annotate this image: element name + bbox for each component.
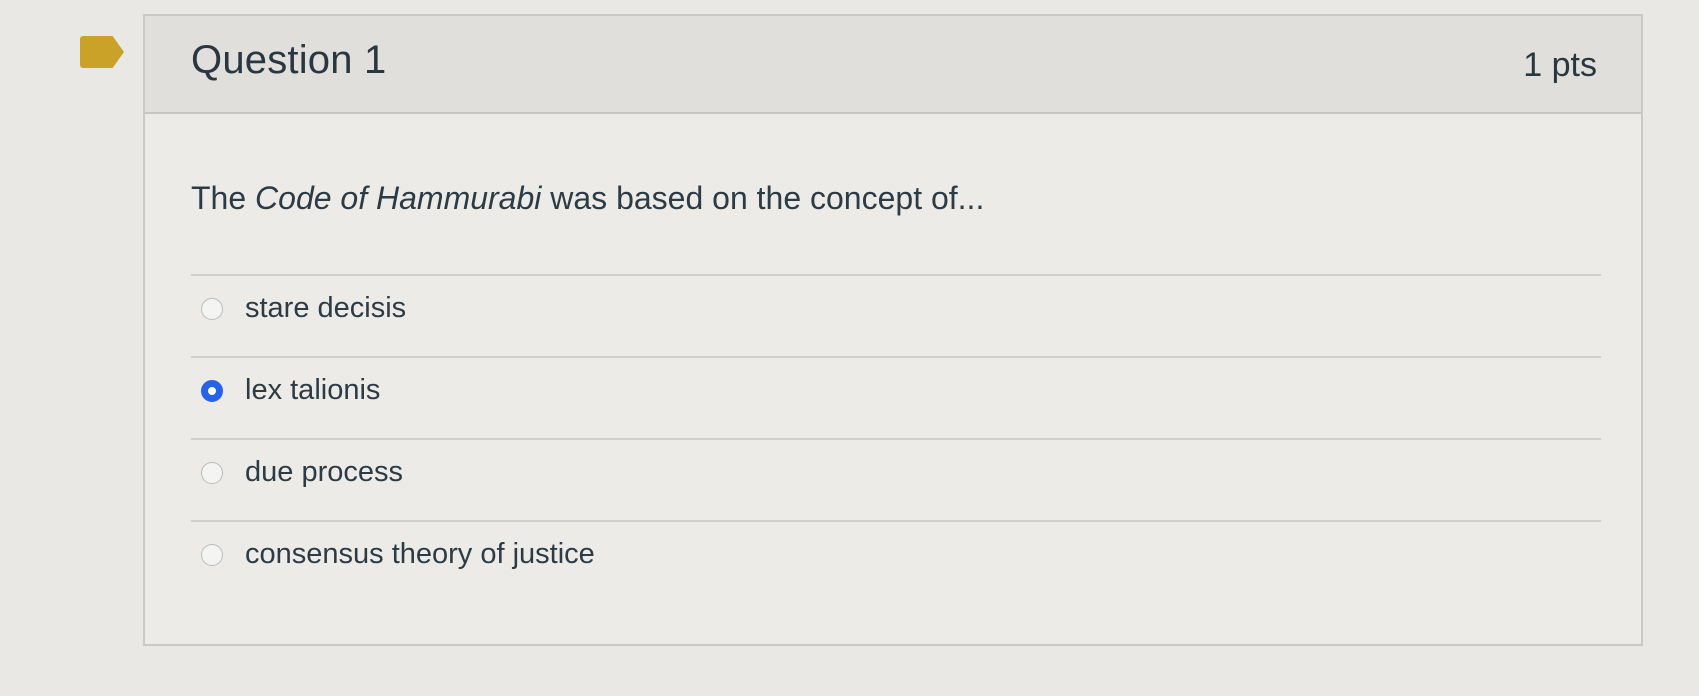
- answer-label[interactable]: consensus theory of justice: [245, 538, 595, 571]
- question-title: Question 1: [191, 38, 387, 82]
- radio-button[interactable]: [201, 544, 223, 566]
- answer-list: stare decisis lex talionis due process c…: [191, 274, 1601, 602]
- question-text: The Code of Hammurabi was based on the c…: [191, 180, 984, 217]
- question-points: 1 pts: [1523, 46, 1597, 84]
- answer-label[interactable]: due process: [245, 456, 403, 489]
- question-text-prefix: The: [191, 180, 256, 216]
- radio-button[interactable]: [201, 462, 223, 484]
- radio-button[interactable]: [201, 380, 223, 402]
- answer-label[interactable]: stare decisis: [245, 292, 406, 325]
- question-text-emphasis: Code of Hammurabi: [255, 180, 542, 216]
- bookmark-flag-icon[interactable]: [80, 36, 124, 68]
- question-header: Question 1 1 pts: [145, 16, 1641, 114]
- answer-option[interactable]: due process: [191, 438, 1601, 520]
- question-card: Question 1 1 pts The Code of Hammurabi w…: [143, 14, 1643, 646]
- answer-option[interactable]: consensus theory of justice: [191, 520, 1601, 602]
- question-text-suffix: was based on the concept of...: [541, 180, 985, 216]
- answer-label[interactable]: lex talionis: [245, 374, 380, 407]
- radio-button[interactable]: [201, 298, 223, 320]
- answer-option[interactable]: stare decisis: [191, 274, 1601, 356]
- answer-option[interactable]: lex talionis: [191, 356, 1601, 438]
